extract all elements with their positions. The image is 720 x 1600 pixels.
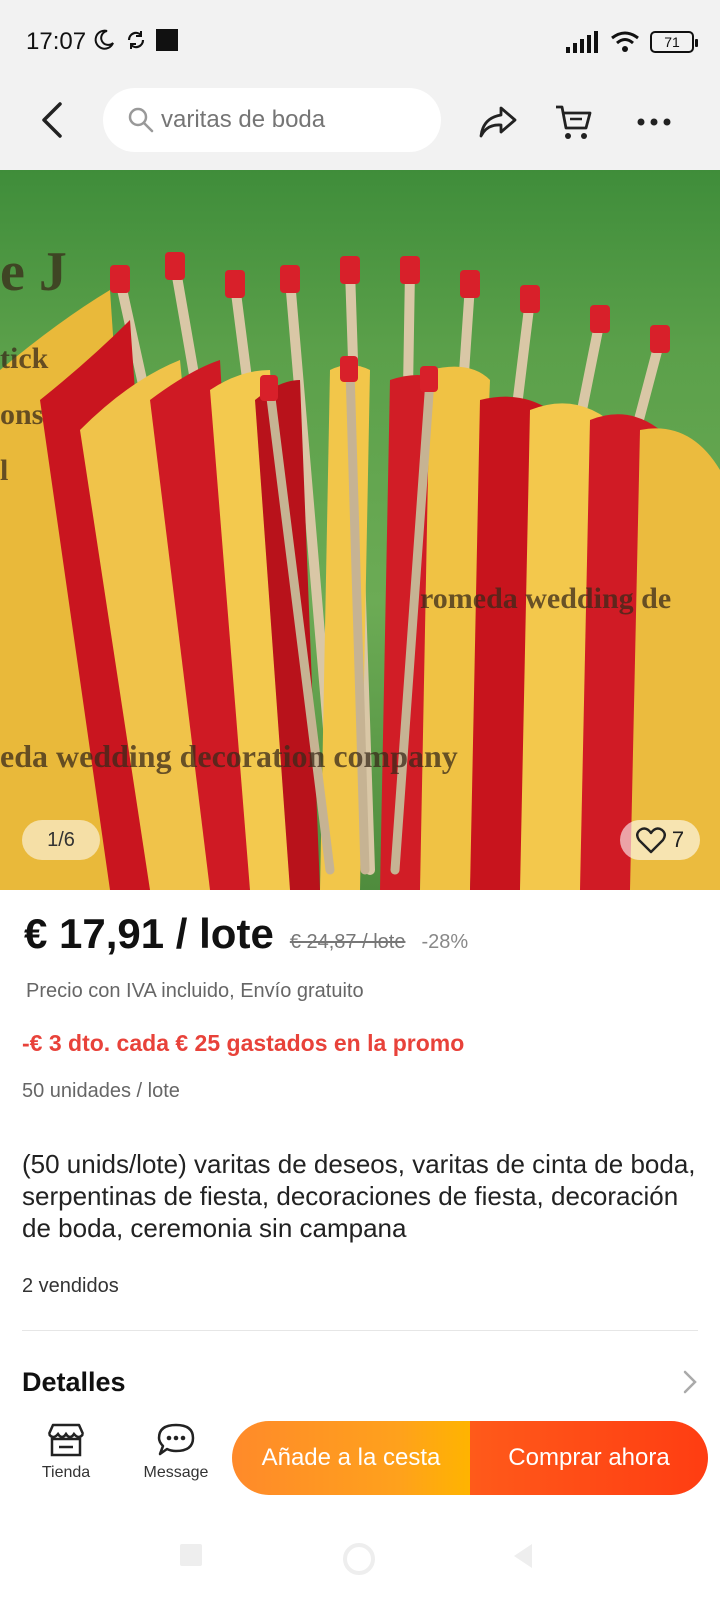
circle-icon	[343, 1543, 375, 1575]
status-time: 17:07	[26, 28, 87, 55]
details-label: Detalles	[22, 1366, 126, 1397]
current-price: € 17,91 / lote	[24, 910, 274, 957]
moon-icon	[94, 29, 114, 50]
system-navigation-bar	[0, 1510, 720, 1600]
search-icon	[128, 107, 154, 133]
status-icons-left	[92, 28, 178, 52]
status-icons-right: 71	[566, 30, 698, 54]
heart-icon	[635, 827, 666, 854]
wishlist-button[interactable]: 7	[620, 820, 700, 860]
home-button[interactable]	[342, 1542, 376, 1581]
back-system-button[interactable]	[510, 1542, 536, 1575]
watermark-line-1: e J	[0, 241, 67, 303]
store-button[interactable]: Tienda	[21, 1422, 111, 1482]
price-row: € 17,91 / lote € 24,87 / lote -28%	[24, 910, 468, 958]
bottom-action-bar: Tienda Message Añade a la cesta Comprar …	[0, 1412, 720, 1510]
image-counter: 1/6	[22, 820, 100, 860]
share-icon	[479, 106, 517, 138]
watermark-mid: romeda wedding de	[420, 582, 672, 615]
vat-note: Precio con IVA incluido, Envío gratuito	[26, 980, 364, 1002]
add-to-cart-button[interactable]: Añade a la cesta	[232, 1421, 470, 1495]
discount-badge: -28%	[421, 931, 469, 953]
details-row[interactable]: Detalles	[22, 1362, 698, 1402]
store-icon	[47, 1423, 85, 1457]
notification-square-icon	[156, 29, 178, 51]
sold-count: 2 vendidos	[22, 1275, 119, 1297]
sync-icon	[127, 31, 145, 49]
like-count: 7	[671, 827, 685, 852]
promo-text[interactable]: -€ 3 dto. cada € 25 gastados en la promo	[22, 1030, 464, 1057]
wifi-icon	[611, 31, 639, 52]
triangle-back-icon	[514, 1544, 532, 1568]
product-title: (50 unids/lote) varitas de deseos, varit…	[22, 1149, 696, 1243]
back-button[interactable]	[30, 98, 74, 142]
chevron-left-icon	[42, 102, 62, 138]
chevron-right-icon	[683, 1370, 697, 1394]
buy-now-button[interactable]: Comprar ahora	[470, 1421, 708, 1495]
search-bar[interactable]	[103, 88, 441, 152]
watermark-bottom: eda wedding decoration company	[0, 738, 458, 774]
cart-button[interactable]	[549, 98, 597, 146]
status-bar: 17:07 71	[0, 0, 720, 80]
ribbon-wands-photo	[0, 252, 720, 890]
message-icon	[157, 1423, 195, 1456]
watermark-line-4: l	[0, 454, 9, 487]
search-input[interactable]	[161, 106, 421, 134]
more-icon	[637, 118, 671, 126]
original-price: € 24,87 / lote	[289, 931, 406, 953]
store-label: Tienda	[41, 1464, 91, 1481]
top-nav	[0, 80, 720, 170]
watermark-line-3: ons	[0, 398, 44, 431]
units-per-lot: 50 unidades / lote	[22, 1080, 180, 1102]
product-image[interactable]: e J tick ons l romeda wedding de eda wed…	[0, 170, 720, 890]
recents-button[interactable]	[178, 1542, 204, 1573]
share-button[interactable]	[474, 98, 522, 146]
battery-icon: 71	[650, 31, 698, 53]
message-button[interactable]: Message	[131, 1422, 221, 1482]
more-button[interactable]	[630, 98, 678, 146]
watermark-line-2: tick	[0, 342, 49, 375]
message-label: Message	[143, 1464, 209, 1481]
square-icon	[180, 1544, 202, 1566]
cart-icon	[556, 105, 592, 139]
divider	[22, 1330, 698, 1331]
signal-icon	[566, 31, 598, 53]
